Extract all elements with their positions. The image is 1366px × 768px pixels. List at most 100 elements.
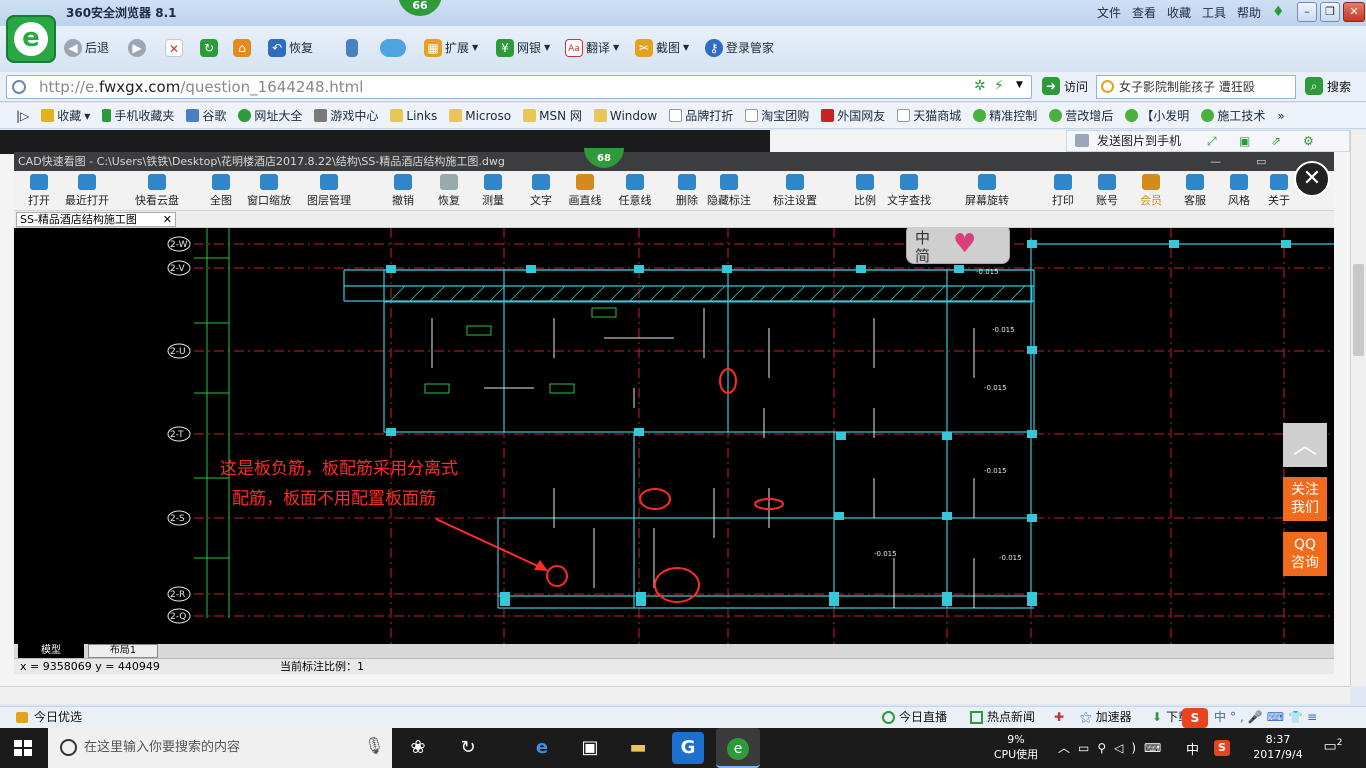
more-bookmarks-icon[interactable]: » xyxy=(1271,109,1290,123)
tool-find-text-button[interactable]: 文字查找 xyxy=(884,174,934,208)
vertical-scrollbar[interactable] xyxy=(1350,130,1366,686)
cad-minimize-icon[interactable]: — xyxy=(1210,152,1221,171)
speed-icon[interactable]: ✲ xyxy=(974,78,986,94)
tool-cloud-button[interactable]: 快看云盘 xyxy=(132,174,182,208)
expand-icon[interactable]: ⤢ xyxy=(1207,131,1217,151)
bookmark-item[interactable]: Links xyxy=(384,109,443,123)
tab-model[interactable]: 模型 xyxy=(18,644,84,658)
tool-print-button[interactable]: 打印 xyxy=(1038,174,1088,208)
settings-icon[interactable]: ⚙ xyxy=(1303,131,1314,151)
cloud-button[interactable] xyxy=(380,36,406,60)
tool-text-button[interactable]: 文字 xyxy=(516,174,566,208)
back-to-top-button[interactable]: ︿ xyxy=(1283,423,1327,467)
address-bar[interactable]: http://e.fwxgx.com/question_1644248.html xyxy=(6,75,1032,99)
today-picks[interactable]: 今日优选 xyxy=(34,707,82,728)
refresh-button[interactable]: ↻ xyxy=(200,36,218,60)
menu-favorites[interactable]: 收藏 xyxy=(1167,4,1191,21)
tool-service-button[interactable]: 客服 xyxy=(1170,174,1220,208)
bookmark-item[interactable]: 淘宝团购 xyxy=(739,107,815,124)
page-info-icon[interactable] xyxy=(12,80,26,94)
tool-vip-button[interactable]: 会员 xyxy=(1126,174,1176,208)
visit-button[interactable]: ➜ 访问 xyxy=(1042,77,1088,95)
store-icon[interactable]: ▣ xyxy=(574,732,606,764)
tool-line-button[interactable]: 画直线 xyxy=(560,174,610,208)
home-button[interactable]: ⌂ xyxy=(233,36,251,60)
taskbar-ime[interactable]: 中 xyxy=(1186,739,1199,758)
sidebar-toggle-icon[interactable]: |▷ xyxy=(16,109,35,123)
menu-tools[interactable]: 工具 xyxy=(1202,4,1226,21)
stop-button[interactable]: ✕ xyxy=(165,36,183,60)
tool-hide-dims-button[interactable]: 隐藏标注 xyxy=(704,174,754,208)
taskbar-app-icon[interactable]: ❀ xyxy=(402,732,434,764)
bookmark-item[interactable]: 外国网友 xyxy=(815,107,891,124)
cpu-monitor[interactable]: 9% CPU使用 xyxy=(990,732,1042,762)
phone-button[interactable] xyxy=(346,36,358,60)
sogou-ime-icon[interactable]: S xyxy=(1182,708,1208,728)
tool-open-button[interactable]: 打开 xyxy=(14,174,64,208)
cad-drawing-canvas[interactable]: -0.015 -0.015 -0.015 -0.015 -0.015 -0.01… xyxy=(14,228,1334,644)
cad-app-icon[interactable]: G xyxy=(672,732,704,764)
tool-window-zoom-button[interactable]: 窗口缩放 xyxy=(244,174,294,208)
minimize-button[interactable]: – xyxy=(1297,2,1317,22)
bookmark-item[interactable]: 【小发明 xyxy=(1119,107,1195,124)
tool-redo-button[interactable]: 恢复 xyxy=(424,174,474,208)
sogou-tray-icon[interactable]: S xyxy=(1214,740,1230,756)
clock[interactable]: 8:37 2017/9/4 xyxy=(1246,732,1310,762)
lightning-icon[interactable]: ⚡ xyxy=(994,78,1004,94)
maximize-button[interactable]: ❐ xyxy=(1320,2,1340,22)
bookmark-item[interactable]: 品牌打折 xyxy=(663,107,739,124)
bookmark-item[interactable]: 施工技术 xyxy=(1195,107,1271,124)
taskbar-search-input[interactable]: 在这里输入你要搜索的内容 xyxy=(48,728,392,768)
cad-badge[interactable]: 68 xyxy=(584,148,624,168)
bookmark-item[interactable]: 游戏中心 xyxy=(308,107,384,124)
tool-dim-settings-button[interactable]: 标注设置 xyxy=(770,174,820,208)
tool-measure-button[interactable]: 测量 xyxy=(468,174,518,208)
browser-360-icon[interactable]: e xyxy=(716,728,760,768)
ime-widget[interactable]: 中 简 ♥ xyxy=(906,228,1010,265)
tool-full-view-button[interactable]: 全图 xyxy=(196,174,246,208)
bookmark-item[interactable]: Microso xyxy=(443,109,517,123)
notification-icon[interactable]: ▭2 xyxy=(1322,738,1344,758)
file-explorer-icon[interactable]: ▬ xyxy=(622,732,654,764)
windows-start-icon[interactable] xyxy=(14,740,32,756)
screenshot-button[interactable]: ✂ 截图 ▼ xyxy=(635,36,689,60)
search-input[interactable]: 女子影院制能孩子 遭狂殴 xyxy=(1096,75,1296,99)
tool-rotate-screen-button[interactable]: 屏幕旋转 xyxy=(962,174,1012,208)
tool-recent-button[interactable]: 最近打开 xyxy=(62,174,112,208)
follow-us-button[interactable]: 关注 我们 xyxy=(1283,477,1327,521)
tool-account-button[interactable]: 账号 xyxy=(1082,174,1132,208)
extension-button[interactable]: ▦ 扩展 ▼ xyxy=(424,36,478,60)
doc-tab[interactable]: SS-精品酒店结构施工图 ✕ xyxy=(16,212,176,227)
bookmark-item[interactable]: Window xyxy=(588,109,663,123)
status-accelerator[interactable]: ⚝ 加速器 xyxy=(1080,707,1132,728)
ebank-button[interactable]: ¥ 网银 ▼ xyxy=(496,36,550,60)
status-live[interactable]: 今日直播 xyxy=(882,707,947,728)
bookmark-favorites[interactable]: 收藏 ▾ xyxy=(35,107,96,124)
microphone-icon[interactable]: 🎙 xyxy=(364,736,384,755)
forward-button[interactable]: ▶ xyxy=(128,36,146,60)
search-button[interactable]: ⌕ 搜索 xyxy=(1305,77,1351,95)
status-news[interactable]: 热点新闻 xyxy=(970,707,1035,728)
bookmark-item[interactable]: 手机收藏夹 xyxy=(96,107,180,124)
tool-undo-button[interactable]: 撤销 xyxy=(378,174,428,208)
tray-icons[interactable]: ︿▭⚲◁)⌨ xyxy=(1058,739,1169,756)
bookmark-item[interactable]: 谷歌 xyxy=(180,107,232,124)
ime-toolbar-icons[interactable]: 中°,🎤⌨👕≡ xyxy=(1214,707,1321,728)
skin-icon[interactable]: ♦ xyxy=(1272,4,1285,20)
tool-scale-button[interactable]: 比例 xyxy=(840,174,890,208)
menu-view[interactable]: 查看 xyxy=(1132,4,1156,21)
address-dropdown-icon[interactable]: ▼ xyxy=(1016,80,1023,90)
bookmark-item[interactable]: 天猫商城 xyxy=(891,107,967,124)
menu-file[interactable]: 文件 xyxy=(1097,4,1121,21)
edge-icon[interactable]: e xyxy=(526,732,558,764)
login-manager-button[interactable]: ⚷ 登录管家 xyxy=(705,36,774,60)
restore-button[interactable]: ↶ 恢复 xyxy=(268,36,313,60)
tab-layout1[interactable]: 布局1 xyxy=(88,644,158,658)
bookmark-item[interactable]: 网址大全 xyxy=(232,107,308,124)
bookmark-item[interactable]: 营改增后 xyxy=(1043,107,1119,124)
share-icon[interactable]: ⇗ xyxy=(1271,131,1281,151)
close-button[interactable]: ✕ xyxy=(1343,2,1365,22)
search-engine-icon[interactable] xyxy=(1101,80,1114,93)
tool-layers-button[interactable]: 图层管理 xyxy=(304,174,354,208)
tab-close-icon[interactable]: ✕ xyxy=(163,213,172,226)
